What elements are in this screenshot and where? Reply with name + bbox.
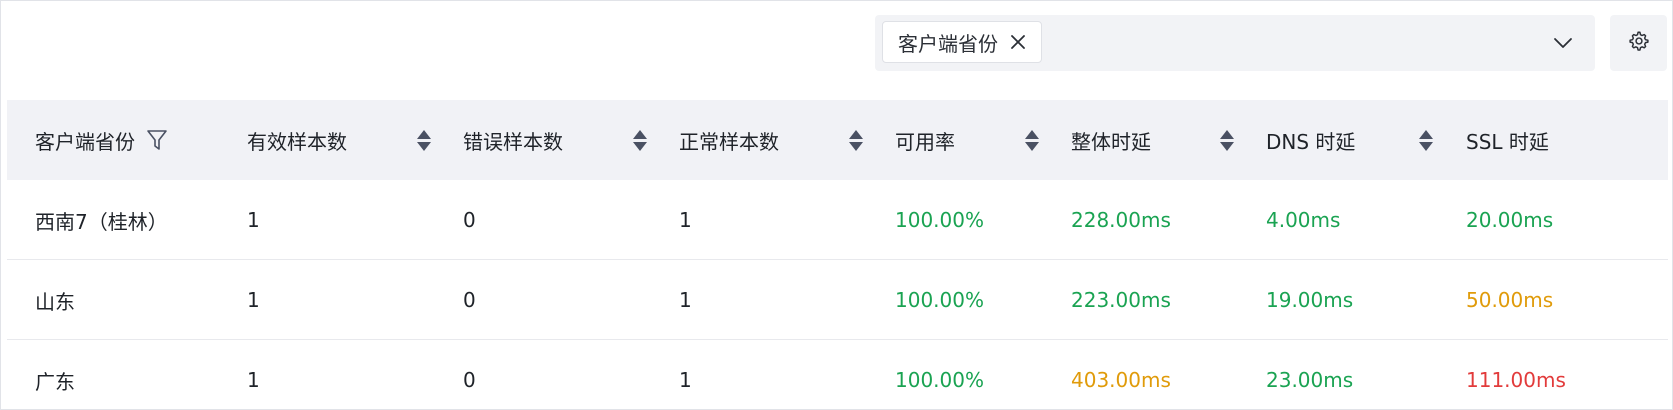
table-cell: 100.00% — [895, 368, 984, 392]
column-header-label: SSL 时延 — [1466, 129, 1549, 154]
table-header: 客户端省份 有效样本数 错误样本数 正常样本数 可用率 整体时延 DNS 时延 SSL 时延 — [7, 100, 1668, 180]
column-header-3[interactable]: 错误样本数 — [463, 100, 563, 180]
table-cell: 223.00ms — [1071, 288, 1171, 312]
table-cell: 23.00ms — [1266, 368, 1354, 392]
column-header-6[interactable]: 整体时延 — [1071, 100, 1151, 180]
table-cell: 50.00ms — [1466, 288, 1554, 312]
table-cell: 403.00ms — [1071, 368, 1171, 392]
table-cell: 20.00ms — [1466, 208, 1554, 232]
column-header-label: 整体时延 — [1071, 129, 1151, 154]
table-cell: 0 — [463, 288, 476, 312]
filter-icon[interactable] — [145, 128, 169, 152]
settings-button[interactable] — [1610, 15, 1667, 71]
selected-tag: 客户端省份 — [882, 21, 1042, 63]
province-filter-select[interactable]: 客户端省份 — [875, 15, 1595, 71]
column-header-4[interactable]: 正常样本数 — [679, 100, 779, 180]
column-header-2[interactable]: 有效样本数 — [247, 100, 347, 180]
column-header-7[interactable]: DNS 时延 — [1266, 100, 1355, 180]
table-cell: 1 — [679, 288, 692, 312]
sort-icon[interactable] — [632, 126, 648, 154]
table-cell: 0 — [463, 368, 476, 392]
table-cell: 4.00ms — [1266, 208, 1341, 232]
column-header-label: 有效样本数 — [247, 129, 347, 154]
data-panel: 客户端省份 客户端省份 有效样本数 错误样本数 正常样本数 可用率 整体时延 DNS 时延 S… — [0, 0, 1673, 410]
table-cell: 1 — [247, 288, 260, 312]
chevron-down-icon[interactable] — [1551, 31, 1575, 55]
column-header-label: 客户端省份 — [35, 129, 135, 154]
data-table: 客户端省份 有效样本数 错误样本数 正常样本数 可用率 整体时延 DNS 时延 SSL 时延 … — [7, 100, 1668, 409]
column-header-5[interactable]: 可用率 — [895, 100, 955, 180]
table-cell: 1 — [679, 368, 692, 392]
column-header-label: 可用率 — [895, 129, 955, 154]
column-header-label: 错误样本数 — [463, 129, 563, 154]
column-header-label: DNS 时延 — [1266, 129, 1356, 154]
table-row[interactable]: 广东 1 0 1 100.00% 403.00ms 23.00ms 111.00ms — [7, 340, 1668, 409]
table-cell: 广东 — [35, 369, 75, 394]
table-cell: 19.00ms — [1266, 288, 1354, 312]
gear-icon — [1628, 30, 1650, 56]
table-cell: 西南7（桂林） — [35, 209, 168, 234]
column-header-8[interactable]: SSL 时延 — [1466, 100, 1549, 180]
table-row[interactable]: 西南7（桂林） 1 0 1 100.00% 228.00ms 4.00ms 20.00ms — [7, 180, 1668, 260]
sort-icon[interactable] — [1024, 126, 1040, 154]
table-cell: 111.00ms — [1466, 368, 1566, 392]
column-header-label: 正常样本数 — [679, 129, 779, 154]
sort-icon[interactable] — [1219, 126, 1235, 154]
table-row[interactable]: 山东 1 0 1 100.00% 223.00ms 19.00ms 50.00ms — [7, 260, 1668, 340]
table-cell: 1 — [679, 208, 692, 232]
table-cell: 0 — [463, 208, 476, 232]
table-cell: 228.00ms — [1071, 208, 1171, 232]
sort-icon[interactable] — [1418, 126, 1434, 154]
sort-icon[interactable] — [416, 126, 432, 154]
table-cell: 1 — [247, 368, 260, 392]
table-cell: 100.00% — [895, 288, 984, 312]
table-cell: 山东 — [35, 289, 75, 314]
selected-tag-label: 客户端省份 — [898, 31, 998, 56]
table-cell: 1 — [247, 208, 260, 232]
table-cell: 100.00% — [895, 208, 984, 232]
close-icon[interactable] — [1008, 32, 1028, 52]
sort-icon[interactable] — [848, 126, 864, 154]
column-header-1[interactable]: 客户端省份 — [35, 100, 169, 180]
